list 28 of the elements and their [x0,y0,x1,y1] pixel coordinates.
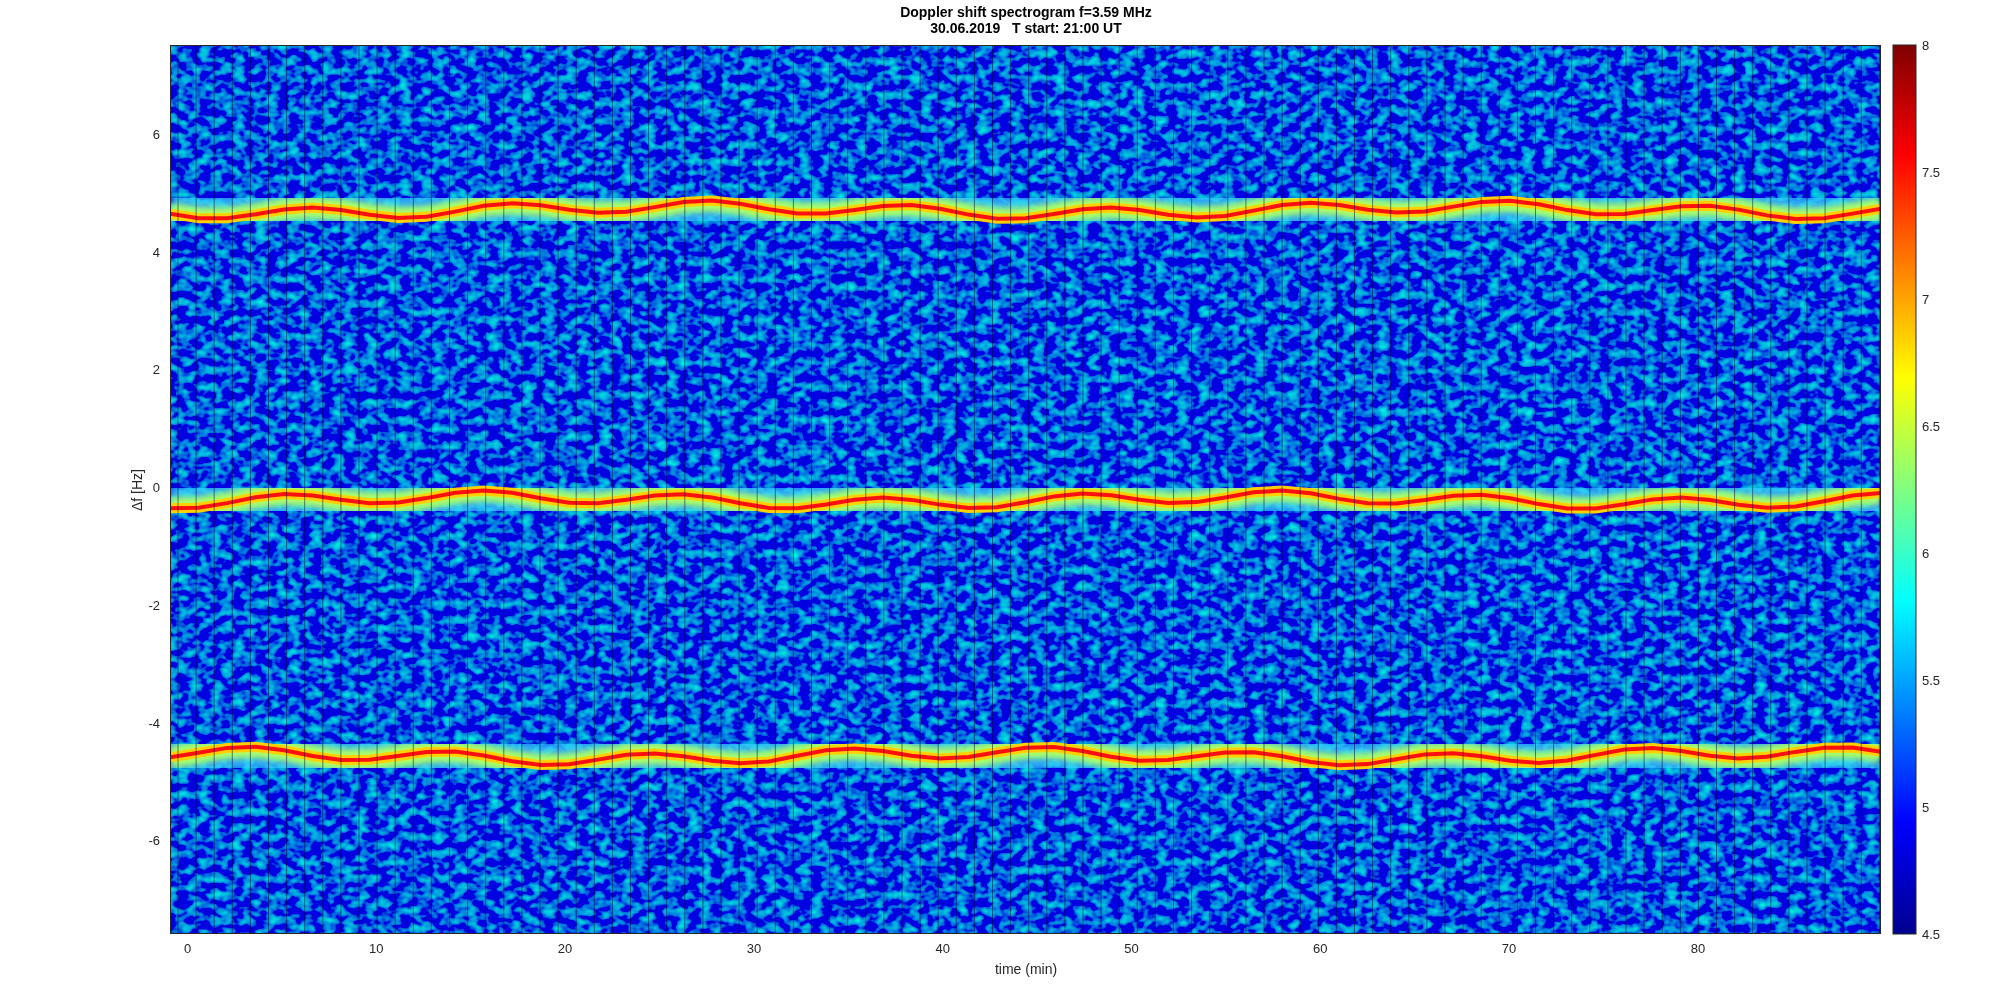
x-axis-label: time (min) [994,961,1058,977]
colorbar-tick-label: 4.5 [1922,927,1941,942]
x-tick-label: 40 [935,941,950,956]
x-tick-label: 20 [557,941,573,956]
colorbar-tick-label: 5 [1922,800,1930,815]
x-tick-label: 70 [1501,941,1517,956]
colorbar-tick-label: 7.5 [1922,165,1941,180]
colorbar-tick-label: 8 [1922,38,1930,53]
colorbar-tick-label: 6.5 [1922,419,1941,434]
y-tick-label: 4 [152,244,160,260]
y-tick-label: 6 [152,127,160,142]
x-tick-label: 10 [369,941,384,956]
y-tick-label: 2 [152,362,160,378]
y-tick-label: 0 [152,480,160,496]
colorbar-tick-label: 5.5 [1922,673,1941,688]
x-tick-label: 80 [1690,941,1706,956]
x-tick-label: 50 [1124,941,1139,956]
y-tick-label: -2 [148,597,160,613]
y-tick-label: -6 [148,833,160,849]
colorbar-tick-label: 6 [1922,546,1930,561]
plot-title: Doppler shift spectrogram f=3.59 MHz [900,4,1152,20]
colorbar-tick-label: 7 [1922,292,1930,307]
y-axis-label: Δf [Hz] [129,469,145,511]
x-tick-label: 60 [1313,941,1328,956]
x-tick-label: 30 [746,941,762,956]
y-tick-label: -4 [148,715,160,731]
plot-title: 30.06.2019 T start: 21:00 UT [930,20,1122,36]
x-tick-label: 0 [183,941,192,956]
